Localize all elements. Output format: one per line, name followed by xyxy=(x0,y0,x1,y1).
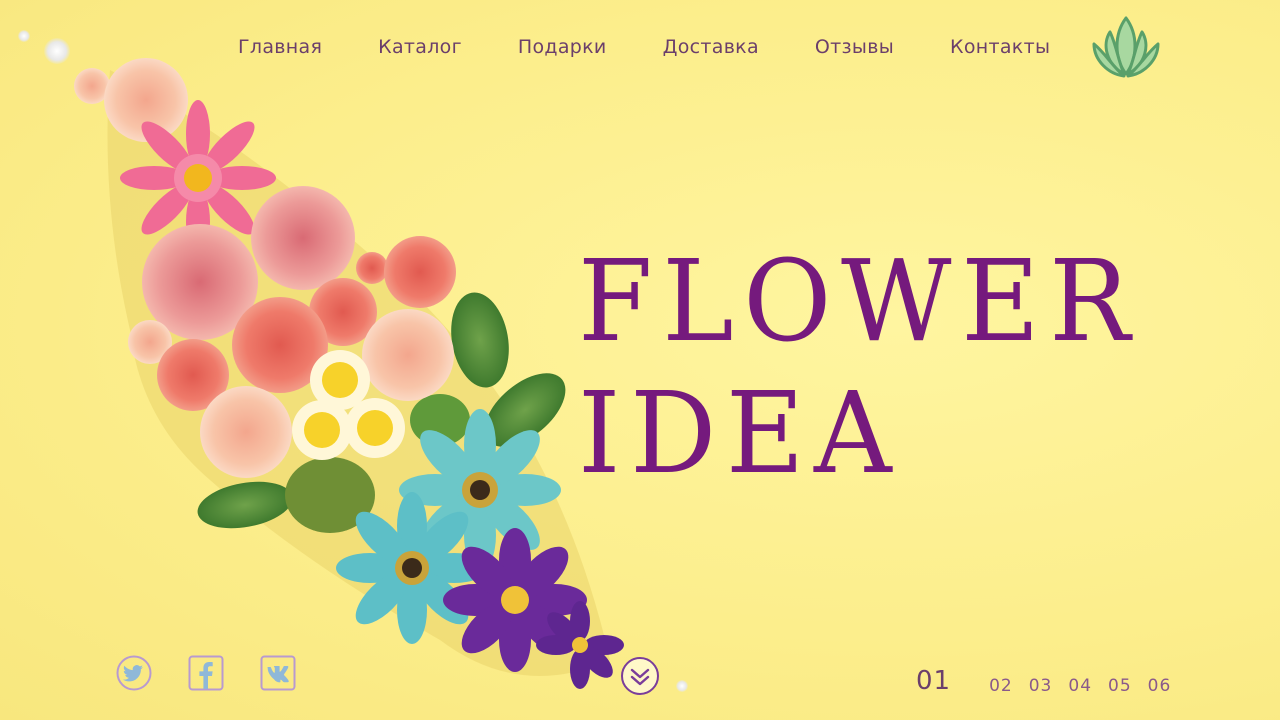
vk-icon xyxy=(260,655,296,691)
scroll-down-button[interactable] xyxy=(620,656,660,696)
pager-item[interactable]: 03 xyxy=(1029,676,1053,696)
pager-item[interactable]: 04 xyxy=(1068,676,1092,696)
sparkle-decoration xyxy=(18,30,30,42)
facebook-icon xyxy=(188,655,224,691)
main-navigation: Главная Каталог Подарки Доставка Отзывы … xyxy=(238,36,1106,58)
hero-title-line-1: FLOWER xyxy=(578,237,1140,367)
vk-link[interactable] xyxy=(260,655,296,691)
flower-bouquet-image xyxy=(74,58,624,689)
pager-item[interactable]: 06 xyxy=(1148,676,1172,696)
sparkle-decoration xyxy=(676,680,688,692)
pager-item[interactable]: 02 xyxy=(989,676,1013,696)
facebook-link[interactable] xyxy=(188,655,224,691)
hero-title-line-2: IDEA xyxy=(578,369,902,499)
twitter-link[interactable] xyxy=(116,655,152,691)
nav-item-catalog[interactable]: Каталог xyxy=(378,36,462,58)
lotus-icon[interactable] xyxy=(1088,12,1164,84)
nav-item-contacts[interactable]: Контакты xyxy=(950,36,1050,58)
twitter-icon xyxy=(116,655,152,691)
hero-title: FLOWER IDEA xyxy=(578,236,1163,500)
social-links xyxy=(116,655,296,691)
sparkle-decoration xyxy=(44,38,70,64)
slide-pager: 01 02 03 04 05 06 xyxy=(916,666,1187,696)
nav-item-reviews[interactable]: Отзывы xyxy=(815,36,894,58)
pager-item[interactable]: 05 xyxy=(1108,676,1132,696)
nav-item-home[interactable]: Главная xyxy=(238,36,322,58)
nav-item-gifts[interactable]: Подарки xyxy=(518,36,607,58)
nav-item-delivery[interactable]: Доставка xyxy=(663,36,759,58)
pager-item-active[interactable]: 01 xyxy=(916,666,951,696)
